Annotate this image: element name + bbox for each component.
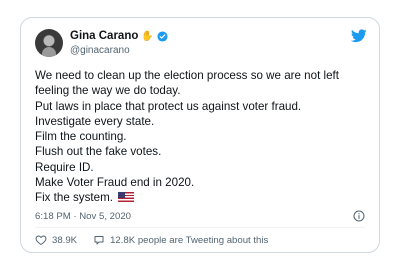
tweet-line: Put laws in place that protect us agains…	[35, 99, 302, 113]
tweet-line: Fix the system.	[35, 191, 113, 205]
us-flag-emoji-icon	[118, 192, 135, 203]
like-button[interactable]: 38.9K	[35, 234, 77, 246]
engagement-bar: 38.9K 12.8K people are Tweeting about th…	[35, 234, 284, 246]
tweet-line: Make Voter Fraud end in 2020.	[35, 176, 195, 190]
tweeting-about-this-link[interactable]: 12.8K people are Tweeting about this	[93, 234, 268, 246]
tweet-card[interactable]: Gina Carano ✋ @ginacarano We need to cle…	[20, 17, 380, 253]
tweet-line: feeling the way we do today.	[35, 84, 181, 98]
tweet-timestamp[interactable]: 6:18 PM · Nov 5, 2020	[35, 211, 131, 222]
verified-badge-icon	[157, 30, 168, 42]
tweet-line: Investigate every state.	[35, 114, 155, 128]
author-handle[interactable]: @ginacarano	[70, 45, 130, 56]
author-name[interactable]: Gina Carano	[70, 30, 138, 42]
speech-bubble-icon	[94, 236, 104, 245]
heart-icon	[35, 235, 47, 245]
tweet-line: Film the counting.	[35, 130, 127, 144]
like-count: 38.9K	[52, 234, 78, 246]
divider	[35, 227, 365, 228]
raised-hand-emoji-icon: ✋	[141, 30, 154, 42]
tweet-line-last: Fix the system.	[35, 190, 371, 205]
info-icon[interactable]	[353, 210, 365, 222]
twitter-bird-icon[interactable]	[351, 29, 367, 43]
tweet-line: We need to clean up the election process…	[35, 69, 339, 82]
author-name-row[interactable]: Gina Carano ✋	[70, 30, 168, 42]
tweet-line: Flush out the fake votes.	[35, 145, 162, 159]
tweeting-about-text: 12.8K people are Tweeting about this	[110, 234, 269, 246]
avatar[interactable]	[35, 29, 63, 57]
tweet-line: Require ID.	[35, 160, 94, 174]
tweet-text: We need to clean up the election process…	[35, 68, 371, 206]
